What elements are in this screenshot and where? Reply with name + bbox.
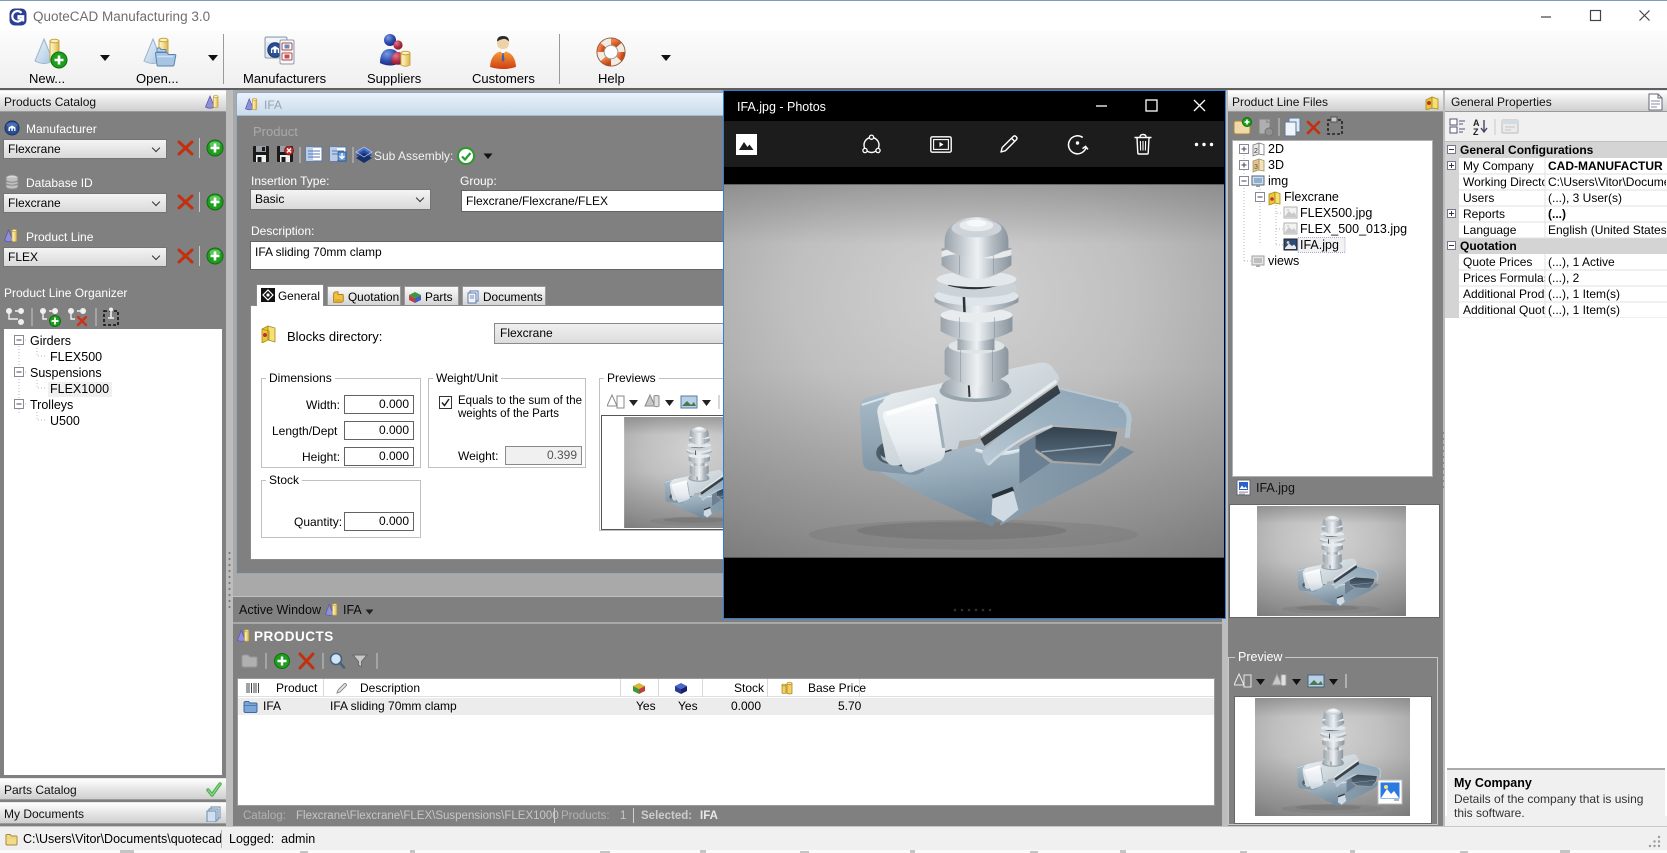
svg-text:U500: U500 — [50, 414, 80, 428]
svg-text:FLEX500: FLEX500 — [50, 350, 102, 364]
svg-text:2D: 2D — [1268, 142, 1284, 156]
svg-text:FLEX_500_013.jpg: FLEX_500_013.jpg — [1300, 222, 1407, 236]
svg-text:Flexcrane: Flexcrane — [1284, 190, 1339, 204]
svg-text:views: views — [1268, 254, 1299, 268]
svg-text:Girders: Girders — [30, 334, 71, 348]
svg-text:FLEX1000: FLEX1000 — [50, 382, 109, 396]
svg-text:IFA.jpg: IFA.jpg — [1300, 238, 1339, 252]
svg-text:2: 2 — [1254, 148, 1258, 155]
svg-text:img: img — [1268, 174, 1288, 188]
svg-text:3D: 3D — [1268, 158, 1284, 172]
svg-text:3: 3 — [1254, 164, 1258, 171]
svg-text:FLEX500.jpg: FLEX500.jpg — [1300, 206, 1372, 220]
svg-text:Z: Z — [1473, 127, 1479, 137]
svg-text:Suspensions: Suspensions — [30, 366, 102, 380]
svg-text:Trolleys: Trolleys — [30, 398, 73, 412]
